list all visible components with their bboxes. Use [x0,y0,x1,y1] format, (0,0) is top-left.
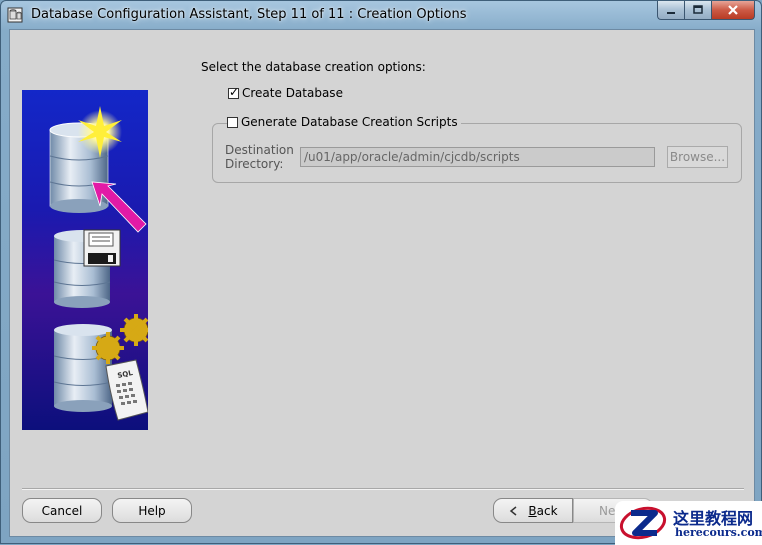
back-label-rest: ack [536,503,558,518]
site-watermark: 这里教程网 herecours.com [615,501,762,545]
destination-directory-field[interactable]: /u01/app/oracle/admin/cjcdb/scripts [300,147,655,167]
minimize-icon [667,12,675,14]
create-database-label: Create Database [242,86,343,100]
database-illustration-graphic: SQL [49,106,148,421]
destination-label-line1: Destination [225,143,294,157]
app-icon [7,7,23,23]
close-icon [728,5,738,15]
cancel-button[interactable]: Cancel [22,498,102,523]
destination-directory-label: Destination Directory: [225,143,294,171]
generate-scripts-row[interactable]: Generate Database Creation Scripts [227,115,461,129]
maximize-button[interactable] [684,1,711,20]
wizard-illustration: SQL [22,90,148,430]
destination-label-line2: Directory: [225,157,284,171]
checkmark-icon: ✓ [229,84,240,99]
create-database-checkbox[interactable]: ✓ [228,84,240,99]
window-controls [657,1,755,21]
maximize-icon [693,5,703,14]
chevron-left-icon [510,505,517,516]
watermark-logo [619,506,667,540]
creation-options-prompt: Select the database creation options: [201,60,426,74]
dbca-window: Database Configuration Assistant, Step 1… [0,0,762,545]
button-bar-separator [22,488,744,490]
title-bar[interactable]: Database Configuration Assistant, Step 1… [1,1,761,29]
back-button[interactable]: Back [493,498,573,523]
close-button[interactable] [711,1,755,20]
browse-button[interactable]: Browse... [667,146,728,168]
watermark-url-text: herecours.com [675,526,762,539]
back-mnemonic: B [528,503,537,518]
generate-scripts-label: Generate Database Creation Scripts [241,115,458,129]
minimize-button[interactable] [657,1,684,20]
window-title: Database Configuration Assistant, Step 1… [31,7,467,22]
dialog-body: SQL Select the database creation options… [9,29,755,537]
generate-scripts-checkbox[interactable] [227,116,238,128]
help-button[interactable]: Help [112,498,192,523]
create-database-row[interactable]: ✓ Create Database [228,86,343,100]
